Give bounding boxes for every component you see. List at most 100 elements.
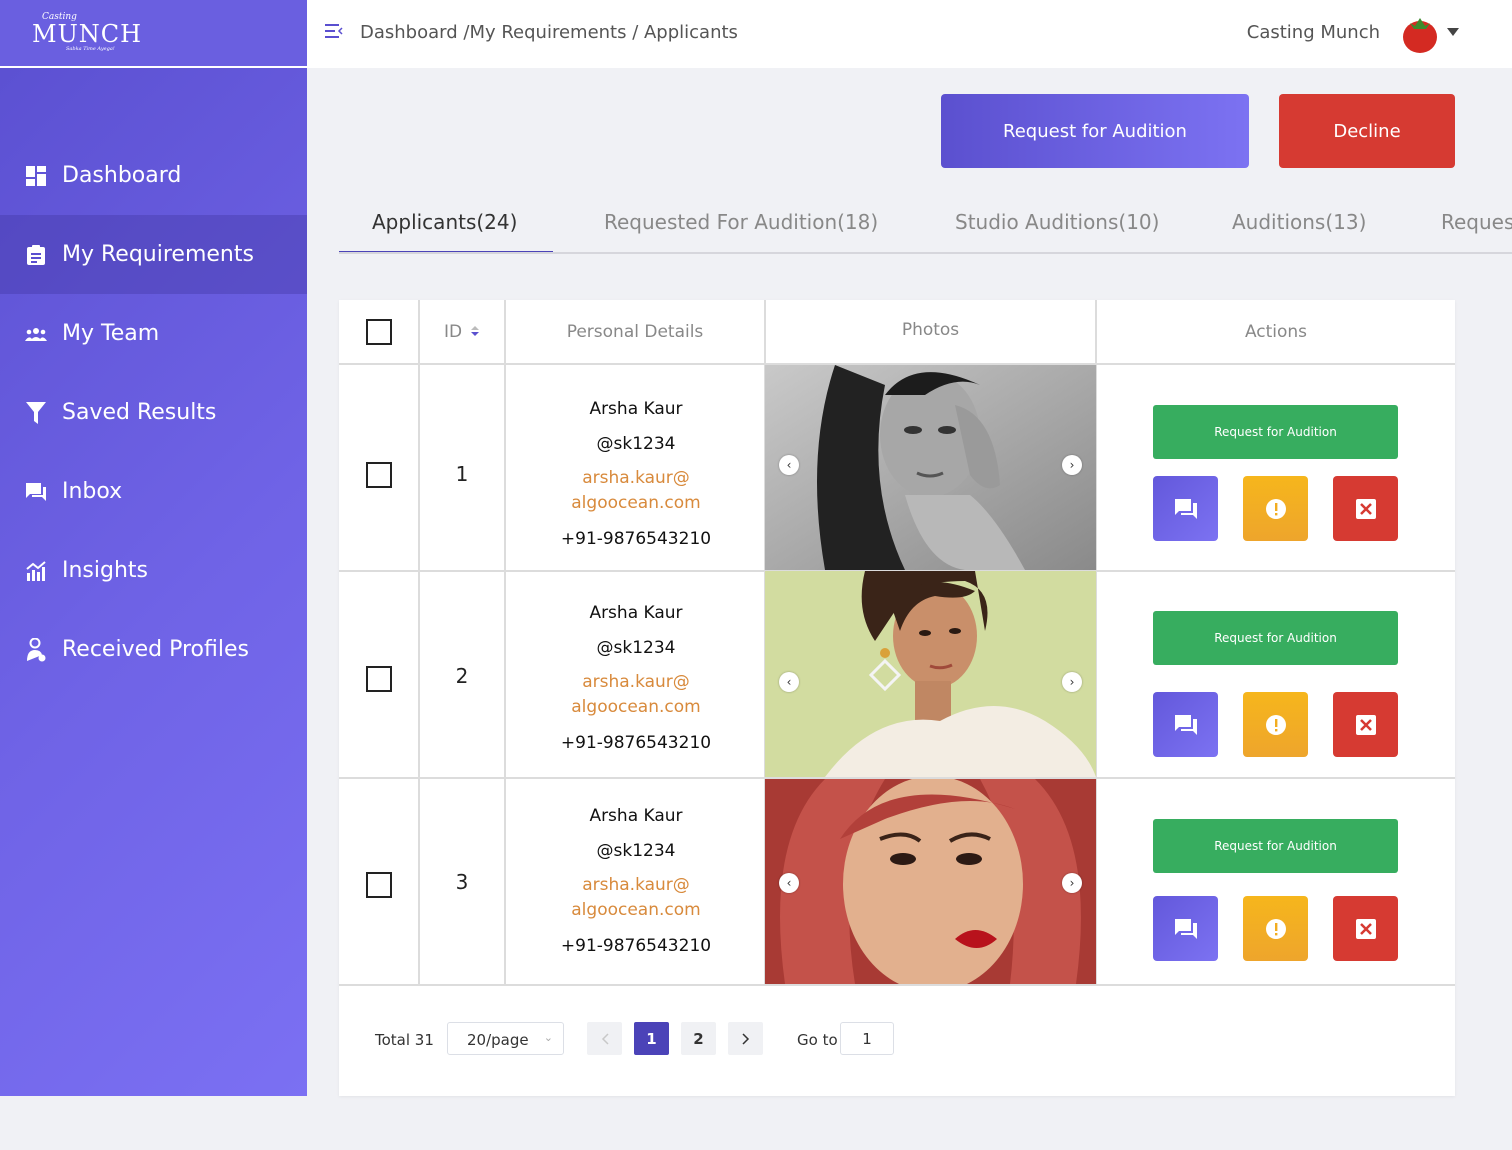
sidebar-item-label: Insights: [62, 558, 149, 583]
table-row: 3 Arsha Kaur @sk1234 arsha.kaur@ algooce…: [339, 779, 1455, 984]
photo-prev-icon[interactable]: ‹: [779, 455, 799, 475]
tab-requested-for-audition[interactable]: Requested For Audition(18): [604, 210, 878, 234]
brand-tagline: Sabka Time Ayega!: [66, 46, 115, 52]
applicant-handle: @sk1234: [596, 434, 676, 454]
tab-auditions[interactable]: Auditions(13): [1232, 210, 1366, 234]
next-page-button[interactable]: [728, 1022, 763, 1055]
row-checkbox[interactable]: [366, 872, 392, 898]
photo-next-icon[interactable]: ›: [1062, 873, 1082, 893]
email-line: arsha.kaur@: [582, 672, 690, 692]
column-header-personal-details: Personal Details: [566, 322, 704, 342]
reject-button[interactable]: [1333, 896, 1398, 961]
sort-icon[interactable]: [470, 322, 480, 342]
applicant-email[interactable]: arsha.kaur@ algoocean.com: [507, 670, 765, 720]
applicant-email[interactable]: arsha.kaur@ algoocean.com: [507, 466, 765, 516]
goto-label: Go to: [797, 1031, 838, 1049]
chevron-down-icon[interactable]: [1447, 28, 1459, 36]
dashboard-icon: [25, 165, 47, 187]
message-button[interactable]: [1153, 896, 1218, 961]
photo-next-icon[interactable]: ›: [1062, 455, 1082, 475]
sidebar: Casting MUNCH Sabka Time Ayega! Dashboar…: [0, 0, 307, 1096]
row-id: 1: [455, 462, 469, 486]
close-icon: [1355, 918, 1376, 939]
sidebar-item-label: Saved Results: [62, 400, 217, 425]
report-button[interactable]: [1243, 896, 1308, 961]
reject-button[interactable]: [1333, 476, 1398, 541]
photo-prev-icon[interactable]: ‹: [779, 873, 799, 893]
sidebar-item-my-requirements[interactable]: My Requirements: [0, 215, 307, 294]
row-request-audition-button[interactable]: Request for Audition: [1153, 819, 1398, 873]
avatar[interactable]: [1400, 12, 1440, 58]
brand-name: MUNCH: [32, 20, 143, 48]
close-icon: [1355, 498, 1376, 519]
request-audition-button[interactable]: Request for Audition: [941, 94, 1249, 168]
column-header-id[interactable]: ID: [420, 300, 504, 364]
message-button[interactable]: [1153, 476, 1218, 541]
sidebar-item-received-profiles[interactable]: Received Profiles: [0, 610, 307, 689]
profile-icon: [25, 637, 47, 661]
row-checkbox[interactable]: [366, 462, 392, 488]
column-header-label: ID: [443, 322, 463, 342]
page-button-1[interactable]: 1: [634, 1022, 669, 1055]
active-tab-indicator: [339, 251, 553, 252]
row-checkbox[interactable]: [366, 666, 392, 692]
email-line: algoocean.com: [571, 697, 701, 717]
tab-requests[interactable]: Reques: [1441, 210, 1512, 234]
tabs: Applicants(24) Requested For Audition(18…: [339, 196, 1512, 254]
applicant-phone: +91-9876543210: [560, 733, 712, 753]
close-icon: [1355, 714, 1376, 735]
column-header-photos: Photos: [901, 320, 960, 340]
table-row: 2 Arsha Kaur @sk1234 arsha.kaur@ algooce…: [339, 571, 1455, 777]
email-line: algoocean.com: [571, 493, 701, 513]
photo-next-icon[interactable]: ›: [1062, 672, 1082, 692]
menu-toggle-icon[interactable]: [325, 23, 343, 43]
applicant-email[interactable]: arsha.kaur@ algoocean.com: [507, 873, 765, 923]
email-line: algoocean.com: [571, 900, 701, 920]
pagination: Total 31 20/page ⌄ 1 2 Go to: [339, 1022, 1455, 1058]
personal-details: Arsha Kaur @sk1234 arsha.kaur@ algoocean…: [507, 397, 765, 552]
top-header: Dashboard /My Requirements / Applicants …: [307, 0, 1512, 68]
email-line: arsha.kaur@: [582, 468, 690, 488]
sidebar-item-label: Received Profiles: [62, 637, 249, 662]
row-request-audition-button[interactable]: Request for Audition: [1153, 405, 1398, 459]
filter-icon: [25, 401, 47, 424]
alert-icon: [1265, 714, 1286, 735]
decline-button[interactable]: Decline: [1279, 94, 1455, 168]
chevron-down-icon: ⌄: [543, 1031, 553, 1044]
row-divider: [339, 984, 1455, 986]
clipboard-icon: [25, 244, 47, 266]
sidebar-item-dashboard[interactable]: Dashboard: [0, 136, 307, 215]
sidebar-item-insights[interactable]: Insights: [0, 531, 307, 610]
select-all-cell: [339, 300, 418, 364]
brand-logo[interactable]: Casting MUNCH Sabka Time Ayega!: [0, 0, 307, 68]
tab-studio-auditions[interactable]: Studio Auditions(10): [955, 210, 1159, 234]
user-name[interactable]: Casting Munch: [1247, 22, 1380, 43]
personal-details: Arsha Kaur @sk1234 arsha.kaur@ algoocean…: [507, 804, 765, 959]
message-button[interactable]: [1153, 692, 1218, 757]
sidebar-nav: Dashboard My Requirements My Team Saved …: [0, 136, 307, 689]
applicant-name: Arsha Kaur: [589, 603, 683, 623]
pagination-total: Total 31: [375, 1031, 434, 1049]
sidebar-item-inbox[interactable]: Inbox: [0, 452, 307, 531]
team-icon: [25, 323, 47, 345]
sidebar-item-saved-results[interactable]: Saved Results: [0, 373, 307, 452]
page-size-select[interactable]: 20/page ⌄: [447, 1022, 564, 1055]
photo-prev-icon[interactable]: ‹: [779, 672, 799, 692]
table-row: 1 Arsha Kaur @sk1234 arsha.kaur@ algooce…: [339, 365, 1455, 570]
alert-icon: [1265, 918, 1286, 939]
page-button-2[interactable]: 2: [681, 1022, 716, 1055]
goto-page-input[interactable]: [840, 1022, 894, 1055]
select-all-checkbox[interactable]: [365, 319, 392, 345]
sidebar-item-my-team[interactable]: My Team: [0, 294, 307, 373]
row-request-audition-button[interactable]: Request for Audition: [1153, 611, 1398, 665]
report-button[interactable]: [1243, 476, 1308, 541]
report-button[interactable]: [1243, 692, 1308, 757]
prev-page-button[interactable]: [587, 1022, 622, 1055]
sidebar-item-label: My Requirements: [62, 242, 254, 267]
applicant-photo: ‹ ›: [765, 571, 1096, 777]
email-line: arsha.kaur@: [582, 875, 690, 895]
breadcrumb[interactable]: Dashboard /My Requirements / Applicants: [360, 22, 738, 43]
chevron-right-icon: [741, 1032, 749, 1045]
reject-button[interactable]: [1333, 692, 1398, 757]
tab-applicants[interactable]: Applicants(24): [372, 210, 517, 234]
